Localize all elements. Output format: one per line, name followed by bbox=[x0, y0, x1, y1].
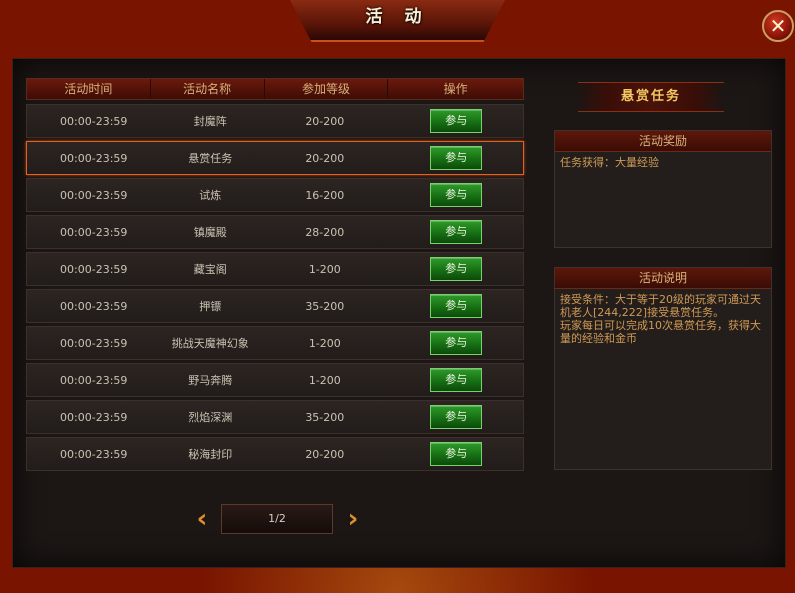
activity-time: 00:00-23:59 bbox=[60, 410, 128, 424]
activity-time: 00:00-23:59 bbox=[60, 447, 128, 461]
join-button[interactable]: 参与 bbox=[430, 183, 483, 207]
action-cell: 参与 bbox=[390, 331, 523, 355]
action-cell: 参与 bbox=[390, 146, 523, 170]
table-row[interactable]: 00:00-23:59 挑战天魔神幻象 1-200 参与 bbox=[26, 326, 524, 360]
activity-name: 秘海封印 bbox=[188, 448, 233, 461]
activity-name: 烈焰深渊 bbox=[188, 411, 233, 424]
activity-level: 20-200 bbox=[305, 151, 345, 165]
activity-name: 押镖 bbox=[199, 300, 222, 313]
arrow-left-icon: ‹ bbox=[196, 504, 208, 534]
activity-time: 00:00-23:59 bbox=[60, 225, 128, 239]
activity-name: 悬赏任务 bbox=[188, 152, 233, 165]
action-cell: 参与 bbox=[390, 442, 523, 466]
reward-text: 任务获得：大量经验 bbox=[560, 156, 659, 169]
table-row[interactable]: 00:00-23:59 镇魔殿 28-200 参与 bbox=[26, 215, 524, 249]
action-cell: 参与 bbox=[390, 257, 523, 281]
page-indicator: 1/2 bbox=[221, 504, 333, 534]
header-action: 操作 bbox=[443, 82, 468, 96]
activity-level: 20-200 bbox=[305, 114, 345, 128]
action-cell: 参与 bbox=[390, 405, 523, 429]
table-row[interactable]: 00:00-23:59 悬赏任务 20-200 参与 bbox=[26, 141, 524, 175]
activity-level: 20-200 bbox=[305, 447, 345, 461]
arrow-right-icon: › bbox=[347, 504, 359, 534]
activity-name: 镇魔殿 bbox=[193, 226, 227, 239]
activity-time: 00:00-23:59 bbox=[60, 188, 128, 202]
window-title: 活 动 bbox=[365, 7, 430, 27]
header-time: 活动时间 bbox=[27, 79, 151, 99]
table-row[interactable]: 00:00-23:59 藏宝阁 1-200 参与 bbox=[26, 252, 524, 286]
table-row[interactable]: 00:00-23:59 烈焰深渊 35-200 参与 bbox=[26, 400, 524, 434]
activity-name: 藏宝阁 bbox=[193, 263, 227, 276]
table-row[interactable]: 00:00-23:59 押镖 35-200 参与 bbox=[26, 289, 524, 323]
description-text: 接受条件：大于等于20级的玩家可通过天机老人[244,222]接受悬赏任务。 玩… bbox=[560, 293, 761, 345]
join-button[interactable]: 参与 bbox=[430, 109, 483, 133]
description-panel: 活动说明 接受条件：大于等于20级的玩家可通过天机老人[244,222]接受悬赏… bbox=[554, 267, 772, 470]
table-row[interactable]: 00:00-23:59 秘海封印 20-200 参与 bbox=[26, 437, 524, 471]
reward-header: 活动奖励 bbox=[555, 131, 771, 152]
activity-level: 1-200 bbox=[308, 336, 341, 350]
activity-name: 试炼 bbox=[199, 189, 222, 202]
activity-level: 16-200 bbox=[305, 188, 345, 202]
activity-time: 00:00-23:59 bbox=[60, 262, 128, 276]
join-button[interactable]: 参与 bbox=[430, 220, 483, 244]
join-button[interactable]: 参与 bbox=[430, 146, 483, 170]
activity-level: 1-200 bbox=[308, 373, 341, 387]
activity-time: 00:00-23:59 bbox=[60, 373, 128, 387]
action-cell: 参与 bbox=[390, 183, 523, 207]
activity-time: 00:00-23:59 bbox=[60, 114, 128, 128]
activity-name: 挑战天魔神幻象 bbox=[171, 337, 249, 350]
selected-activity-title: 悬赏任务 bbox=[578, 82, 724, 112]
join-button[interactable]: 参与 bbox=[430, 257, 483, 281]
activity-time: 00:00-23:59 bbox=[60, 151, 128, 165]
header-level: 参加等级 bbox=[265, 79, 389, 99]
description-header: 活动说明 bbox=[555, 268, 771, 289]
join-button[interactable]: 参与 bbox=[430, 368, 483, 392]
activity-name: 野马奔腾 bbox=[188, 374, 233, 387]
join-button[interactable]: 参与 bbox=[430, 294, 483, 318]
action-cell: 参与 bbox=[390, 220, 523, 244]
activity-time: 00:00-23:59 bbox=[60, 299, 128, 313]
activity-level: 35-200 bbox=[305, 410, 345, 424]
header-name: 活动名称 bbox=[151, 79, 265, 99]
prev-page-button[interactable]: ‹ bbox=[193, 506, 211, 532]
table-row[interactable]: 00:00-23:59 封魔阵 20-200 参与 bbox=[26, 104, 524, 138]
join-button[interactable]: 参与 bbox=[430, 442, 483, 466]
activity-level: 1-200 bbox=[308, 262, 341, 276]
join-button[interactable]: 参与 bbox=[430, 405, 483, 429]
activity-name: 封魔阵 bbox=[193, 115, 227, 128]
table-header: 活动时间 活动名称 参加等级 操作 bbox=[26, 78, 524, 100]
close-button[interactable]: ✕ bbox=[762, 10, 794, 42]
table-row[interactable]: 00:00-23:59 野马奔腾 1-200 参与 bbox=[26, 363, 524, 397]
activity-level: 35-200 bbox=[305, 299, 345, 313]
action-cell: 参与 bbox=[390, 109, 523, 133]
action-cell: 参与 bbox=[390, 368, 523, 392]
table-row[interactable]: 00:00-23:59 试炼 16-200 参与 bbox=[26, 178, 524, 212]
action-cell: 参与 bbox=[390, 294, 523, 318]
join-button[interactable]: 参与 bbox=[430, 331, 483, 355]
activity-level: 28-200 bbox=[305, 225, 345, 239]
reward-panel: 活动奖励 任务获得：大量经验 bbox=[554, 130, 772, 248]
next-page-button[interactable]: › bbox=[344, 506, 362, 532]
activity-time: 00:00-23:59 bbox=[60, 336, 128, 350]
